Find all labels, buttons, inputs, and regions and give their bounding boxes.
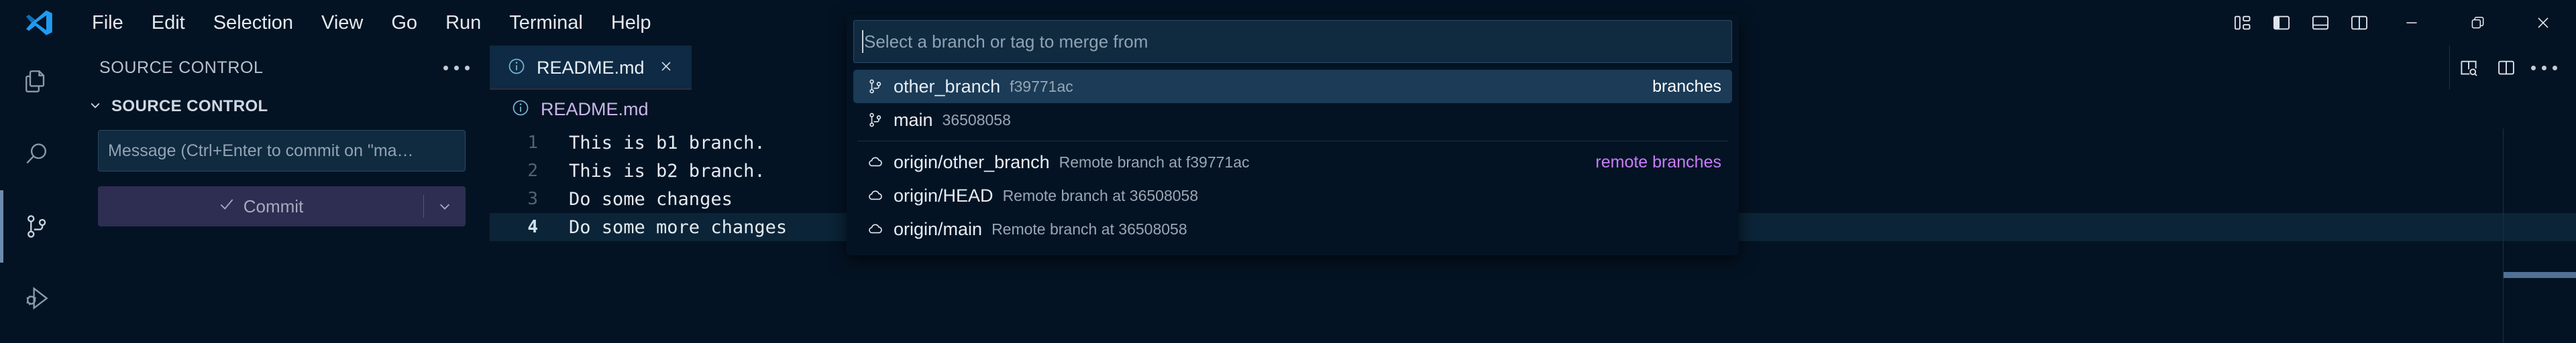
editor-tab-readme[interactable]: README.md: [490, 46, 692, 90]
more-actions-icon[interactable]: [2525, 46, 2563, 90]
editor-minimap-divider: [2503, 129, 2504, 343]
quick-pick-item-description: 36508058: [942, 111, 1011, 129]
activity-bar-item-search[interactable]: [0, 118, 74, 190]
quick-pick-item-origin-main[interactable]: origin/main Remote branch at 36508058: [853, 212, 1732, 246]
sidebar-header: SOURCE CONTROL: [74, 46, 490, 90]
menu-bar: File Edit Selection View Go Run Terminal…: [78, 9, 665, 37]
chevron-down-icon: [89, 98, 102, 115]
activity-bar-item-run-and-debug[interactable]: [0, 263, 74, 335]
vscode-window: File Edit Selection View Go Run Terminal…: [0, 0, 2576, 343]
commit-message-input[interactable]: Message (Ctrl+Enter to commit on "ma…: [98, 130, 466, 172]
quick-pick-group-label: branches: [1652, 76, 1721, 96]
menu-item-run[interactable]: Run: [431, 9, 495, 37]
quick-pick-placeholder: Select a branch or tag to merge from: [864, 31, 1148, 52]
source-control-section-header[interactable]: SOURCE CONTROL: [74, 90, 490, 123]
ellipsis-icon[interactable]: [443, 65, 470, 70]
customize-layout-icon[interactable]: [2223, 0, 2262, 46]
quick-pick-item-description: Remote branch at 36508058: [991, 220, 1187, 238]
editor-tab-label: README.md: [537, 57, 645, 78]
line-number: 3: [527, 189, 538, 209]
minimize-button[interactable]: [2379, 0, 2445, 46]
line-number: 1: [527, 133, 538, 153]
split-editor-icon[interactable]: [2487, 46, 2525, 90]
quick-pick-item-main[interactable]: main 36508058: [853, 103, 1732, 137]
menu-item-selection[interactable]: Selection: [199, 9, 307, 37]
quick-pick-item-origin-head[interactable]: origin/HEAD Remote branch at 36508058: [853, 179, 1732, 212]
title-bar-actions: [2223, 0, 2576, 46]
menu-item-edit[interactable]: Edit: [138, 9, 199, 37]
commit-message-placeholder: Message (Ctrl+Enter to commit on "ma…: [108, 141, 414, 160]
menu-item-go[interactable]: Go: [377, 9, 431, 37]
line-text: Do some more changes: [569, 216, 788, 238]
menu-item-view[interactable]: View: [307, 9, 377, 37]
quick-pick-item-label: origin/main: [894, 218, 983, 239]
cloud-icon: [864, 187, 887, 204]
quick-pick-item-label: main: [894, 109, 933, 130]
commit-dropdown-button[interactable]: [424, 199, 466, 214]
quick-pick-item-other-branch[interactable]: other_branch f39771ac branches: [853, 70, 1732, 103]
line-text: This is b2 branch.: [569, 160, 765, 182]
breadcrumb-label: README.md: [541, 98, 649, 119]
line-number: 4: [527, 217, 538, 237]
quick-pick-item-origin-other-branch[interactable]: origin/other_branch Remote branch at f39…: [853, 145, 1732, 179]
menu-item-file[interactable]: File: [78, 9, 138, 37]
overview-ruler-mark[interactable]: [2504, 272, 2576, 278]
toggle-primary-sidebar-icon[interactable]: [2262, 0, 2301, 46]
activity-bar-item-explorer[interactable]: [0, 46, 74, 118]
close-icon[interactable]: [658, 58, 674, 78]
vscode-logo-icon: [20, 4, 58, 42]
line-number: 2: [527, 161, 538, 181]
menu-item-help[interactable]: Help: [597, 9, 665, 37]
text-caret: [862, 30, 863, 53]
source-control-section-label: SOURCE CONTROL: [111, 97, 268, 115]
source-control-sidebar: SOURCE CONTROL SOURCE CONTROL Message (C…: [74, 46, 490, 343]
toggle-secondary-sidebar-icon[interactable]: [2340, 0, 2379, 46]
commit-message-container: Message (Ctrl+Enter to commit on "ma…: [74, 123, 490, 172]
git-branch-icon: [864, 78, 887, 95]
activity-bar: [0, 46, 74, 343]
cloud-icon: [864, 153, 887, 171]
toggle-panel-icon[interactable]: [2301, 0, 2340, 46]
commit-button[interactable]: Commit: [98, 186, 466, 226]
commit-button-main[interactable]: Commit: [98, 196, 423, 218]
info-file-icon: [511, 98, 530, 121]
close-button[interactable]: [2510, 0, 2576, 46]
quick-pick-item-description: Remote branch at 36508058: [1002, 186, 1199, 204]
line-text: This is b1 branch.: [569, 132, 765, 153]
activity-bar-item-source-control[interactable]: [0, 190, 74, 263]
sidebar-title: SOURCE CONTROL: [99, 58, 264, 77]
cloud-icon: [864, 220, 887, 238]
quick-pick-item-label: origin/HEAD: [894, 185, 994, 206]
restore-button[interactable]: [2445, 0, 2510, 46]
quick-pick-branch-selector: Select a branch or tag to merge from oth…: [847, 15, 1739, 255]
open-preview-to-side-icon[interactable]: [2450, 46, 2487, 90]
quick-pick-item-description: f39771ac: [1010, 77, 1073, 95]
commit-button-container: Commit: [74, 172, 490, 226]
commit-button-label: Commit: [243, 196, 304, 216]
git-branch-icon: [864, 111, 887, 129]
quick-pick-group-label: remote branches: [1595, 152, 1721, 172]
quick-pick-item-description: Remote branch at f39771ac: [1059, 153, 1250, 171]
menu-item-terminal[interactable]: Terminal: [495, 9, 597, 37]
quick-pick-list: other_branch f39771ac branches main 3650…: [847, 67, 1739, 255]
line-text: Do some changes: [569, 188, 733, 210]
quick-pick-input[interactable]: Select a branch or tag to merge from: [853, 20, 1732, 63]
quick-pick-item-label: other_branch: [894, 76, 1001, 96]
quick-pick-item-label: origin/other_branch: [894, 151, 1050, 172]
editor-actions: [2449, 46, 2576, 90]
info-file-icon: [507, 57, 526, 79]
check-icon: [218, 196, 235, 218]
